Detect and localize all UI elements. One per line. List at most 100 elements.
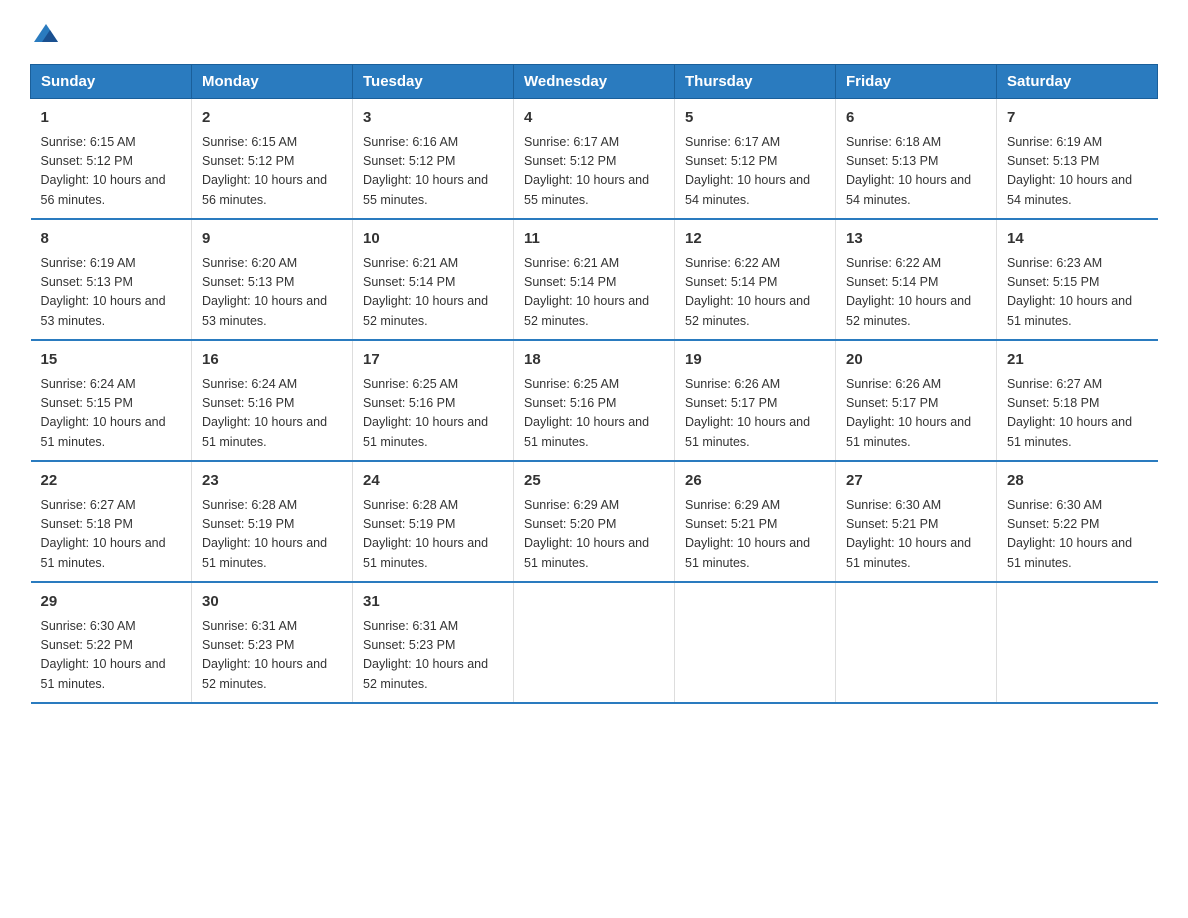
day-info: Sunrise: 6:22 AMSunset: 5:14 PMDaylight:…: [846, 256, 971, 328]
calendar-week-row: 8 Sunrise: 6:19 AMSunset: 5:13 PMDaylight…: [31, 219, 1158, 340]
day-info: Sunrise: 6:15 AMSunset: 5:12 PMDaylight:…: [41, 135, 166, 207]
calendar-cell: 31 Sunrise: 6:31 AMSunset: 5:23 PMDayligh…: [353, 582, 514, 703]
day-info: Sunrise: 6:22 AMSunset: 5:14 PMDaylight:…: [685, 256, 810, 328]
logo: [30, 20, 60, 48]
calendar-cell: 25 Sunrise: 6:29 AMSunset: 5:20 PMDayligh…: [514, 461, 675, 582]
calendar-cell: 11 Sunrise: 6:21 AMSunset: 5:14 PMDayligh…: [514, 219, 675, 340]
day-number: 22: [41, 470, 182, 493]
calendar-table: SundayMondayTuesdayWednesdayThursdayFrid…: [30, 64, 1158, 704]
day-info: Sunrise: 6:26 AMSunset: 5:17 PMDaylight:…: [846, 377, 971, 449]
calendar-cell: 23Sunrise: 6:28 AMSunset: 5:19 PMDayligh…: [192, 461, 353, 582]
day-number: 30: [202, 591, 342, 614]
day-info: Sunrise: 6:31 AMSunset: 5:23 PMDaylight:…: [363, 619, 488, 691]
day-info: Sunrise: 6:23 AMSunset: 5:15 PMDaylight:…: [1007, 256, 1132, 328]
day-number: 14: [1007, 228, 1148, 251]
day-number: 23: [202, 470, 342, 493]
day-info: Sunrise: 6:16 AMSunset: 5:12 PMDaylight:…: [363, 135, 488, 207]
logo-icon: [32, 20, 60, 48]
calendar-cell: 28 Sunrise: 6:30 AMSunset: 5:22 PMDayligh…: [997, 461, 1158, 582]
calendar-cell: 1 Sunrise: 6:15 AMSunset: 5:12 PMDaylight…: [31, 99, 192, 220]
day-number: 19: [685, 349, 825, 372]
calendar-cell: 7 Sunrise: 6:19 AMSunset: 5:13 PMDaylight…: [997, 99, 1158, 220]
calendar-cell: 4 Sunrise: 6:17 AMSunset: 5:12 PMDaylight…: [514, 99, 675, 220]
column-header-wednesday: Wednesday: [514, 65, 675, 99]
day-info: Sunrise: 6:30 AMSunset: 5:22 PMDaylight:…: [1007, 498, 1132, 570]
day-number: 8: [41, 228, 182, 251]
calendar-cell: 26Sunrise: 6:29 AMSunset: 5:21 PMDayligh…: [675, 461, 836, 582]
day-number: 16: [202, 349, 342, 372]
column-header-tuesday: Tuesday: [353, 65, 514, 99]
calendar-cell: [675, 582, 836, 703]
calendar-header-row: SundayMondayTuesdayWednesdayThursdayFrid…: [31, 65, 1158, 99]
calendar-cell: 12 Sunrise: 6:22 AMSunset: 5:14 PMDayligh…: [675, 219, 836, 340]
day-number: 15: [41, 349, 182, 372]
calendar-week-row: 1 Sunrise: 6:15 AMSunset: 5:12 PMDaylight…: [31, 99, 1158, 220]
day-info: Sunrise: 6:19 AMSunset: 5:13 PMDaylight:…: [41, 256, 166, 328]
day-info: Sunrise: 6:30 AMSunset: 5:21 PMDaylight:…: [846, 498, 971, 570]
day-info: Sunrise: 6:18 AMSunset: 5:13 PMDaylight:…: [846, 135, 971, 207]
calendar-cell: 5 Sunrise: 6:17 AMSunset: 5:12 PMDaylight…: [675, 99, 836, 220]
day-number: 13: [846, 228, 986, 251]
calendar-cell: 22Sunrise: 6:27 AMSunset: 5:18 PMDayligh…: [31, 461, 192, 582]
calendar-week-row: 15Sunrise: 6:24 AMSunset: 5:15 PMDayligh…: [31, 340, 1158, 461]
calendar-cell: 27 Sunrise: 6:30 AMSunset: 5:21 PMDayligh…: [836, 461, 997, 582]
day-info: Sunrise: 6:30 AMSunset: 5:22 PMDaylight:…: [41, 619, 166, 691]
day-number: 28: [1007, 470, 1148, 493]
day-info: Sunrise: 6:31 AMSunset: 5:23 PMDaylight:…: [202, 619, 327, 691]
day-number: 6: [846, 107, 986, 130]
column-header-thursday: Thursday: [675, 65, 836, 99]
day-info: Sunrise: 6:25 AMSunset: 5:16 PMDaylight:…: [524, 377, 649, 449]
calendar-cell: 13 Sunrise: 6:22 AMSunset: 5:14 PMDayligh…: [836, 219, 997, 340]
calendar-cell: 24 Sunrise: 6:28 AMSunset: 5:19 PMDayligh…: [353, 461, 514, 582]
calendar-cell: 20 Sunrise: 6:26 AMSunset: 5:17 PMDayligh…: [836, 340, 997, 461]
day-number: 7: [1007, 107, 1148, 130]
day-info: Sunrise: 6:26 AMSunset: 5:17 PMDaylight:…: [685, 377, 810, 449]
calendar-cell: 10Sunrise: 6:21 AMSunset: 5:14 PMDayligh…: [353, 219, 514, 340]
calendar-cell: 6 Sunrise: 6:18 AMSunset: 5:13 PMDaylight…: [836, 99, 997, 220]
calendar-cell: 3 Sunrise: 6:16 AMSunset: 5:12 PMDaylight…: [353, 99, 514, 220]
calendar-cell: 18Sunrise: 6:25 AMSunset: 5:16 PMDayligh…: [514, 340, 675, 461]
day-info: Sunrise: 6:19 AMSunset: 5:13 PMDaylight:…: [1007, 135, 1132, 207]
day-info: Sunrise: 6:17 AMSunset: 5:12 PMDaylight:…: [685, 135, 810, 207]
calendar-cell: [997, 582, 1158, 703]
day-number: 31: [363, 591, 503, 614]
day-info: Sunrise: 6:20 AMSunset: 5:13 PMDaylight:…: [202, 256, 327, 328]
day-info: Sunrise: 6:29 AMSunset: 5:21 PMDaylight:…: [685, 498, 810, 570]
calendar-cell: 30 Sunrise: 6:31 AMSunset: 5:23 PMDayligh…: [192, 582, 353, 703]
calendar-cell: 2Sunrise: 6:15 AMSunset: 5:12 PMDaylight…: [192, 99, 353, 220]
day-number: 10: [363, 228, 503, 251]
day-number: 27: [846, 470, 986, 493]
day-info: Sunrise: 6:25 AMSunset: 5:16 PMDaylight:…: [363, 377, 488, 449]
day-number: 3: [363, 107, 503, 130]
calendar-cell: 14 Sunrise: 6:23 AMSunset: 5:15 PMDayligh…: [997, 219, 1158, 340]
page-header: [30, 20, 1158, 48]
day-number: 20: [846, 349, 986, 372]
calendar-cell: [514, 582, 675, 703]
day-number: 24: [363, 470, 503, 493]
day-number: 11: [524, 228, 664, 251]
day-info: Sunrise: 6:21 AMSunset: 5:14 PMDaylight:…: [524, 256, 649, 328]
day-info: Sunrise: 6:29 AMSunset: 5:20 PMDaylight:…: [524, 498, 649, 570]
day-number: 17: [363, 349, 503, 372]
column-header-friday: Friday: [836, 65, 997, 99]
day-info: Sunrise: 6:17 AMSunset: 5:12 PMDaylight:…: [524, 135, 649, 207]
calendar-week-row: 22Sunrise: 6:27 AMSunset: 5:18 PMDayligh…: [31, 461, 1158, 582]
calendar-cell: 17 Sunrise: 6:25 AMSunset: 5:16 PMDayligh…: [353, 340, 514, 461]
day-number: 5: [685, 107, 825, 130]
calendar-cell: 9 Sunrise: 6:20 AMSunset: 5:13 PMDaylight…: [192, 219, 353, 340]
day-info: Sunrise: 6:28 AMSunset: 5:19 PMDaylight:…: [363, 498, 488, 570]
day-info: Sunrise: 6:27 AMSunset: 5:18 PMDaylight:…: [1007, 377, 1132, 449]
day-info: Sunrise: 6:24 AMSunset: 5:16 PMDaylight:…: [202, 377, 327, 449]
column-header-saturday: Saturday: [997, 65, 1158, 99]
column-header-monday: Monday: [192, 65, 353, 99]
calendar-cell: 21Sunrise: 6:27 AMSunset: 5:18 PMDayligh…: [997, 340, 1158, 461]
calendar-cell: 15Sunrise: 6:24 AMSunset: 5:15 PMDayligh…: [31, 340, 192, 461]
day-number: 2: [202, 107, 342, 130]
day-number: 25: [524, 470, 664, 493]
day-number: 1: [41, 107, 182, 130]
day-number: 4: [524, 107, 664, 130]
day-number: 9: [202, 228, 342, 251]
day-number: 12: [685, 228, 825, 251]
calendar-cell: 19 Sunrise: 6:26 AMSunset: 5:17 PMDayligh…: [675, 340, 836, 461]
calendar-cell: [836, 582, 997, 703]
